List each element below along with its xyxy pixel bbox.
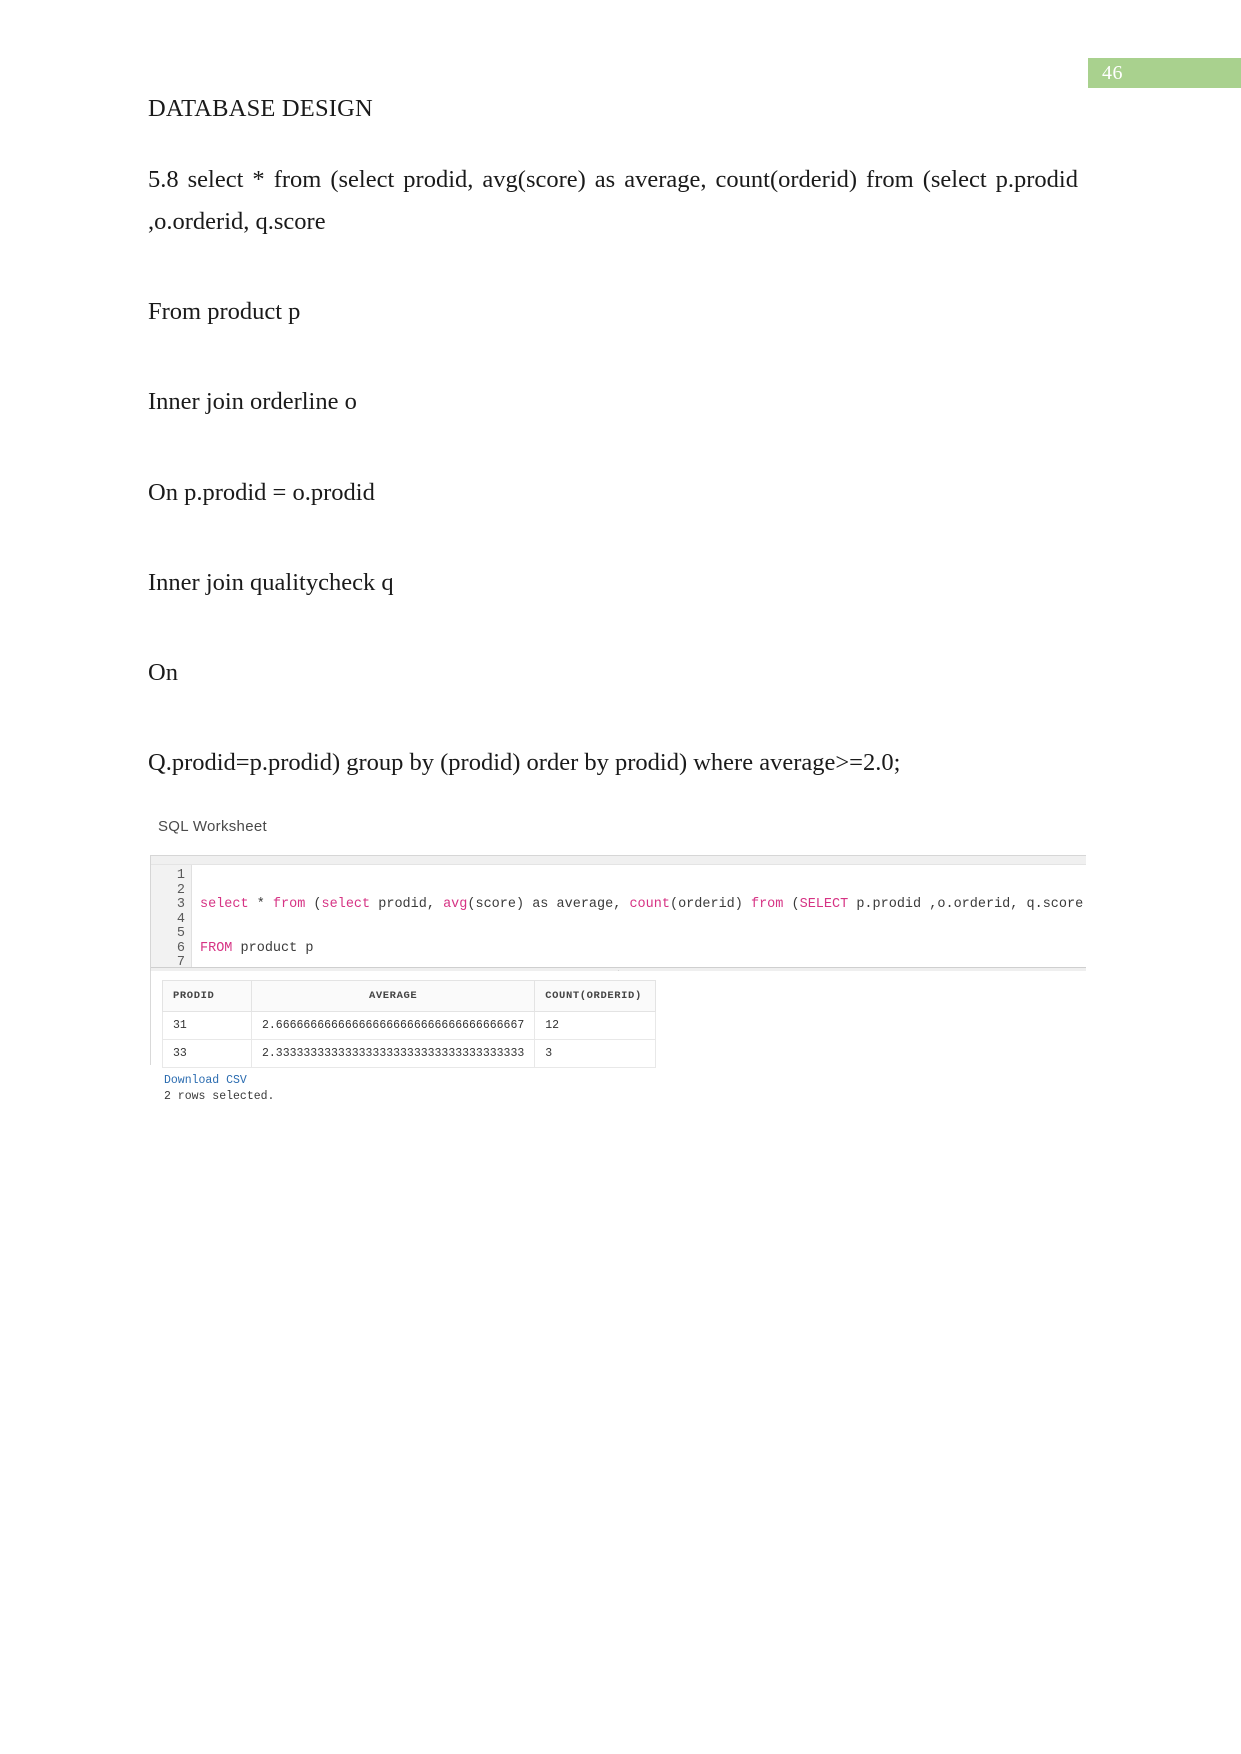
query-paragraph-3: Inner join orderline o (148, 388, 357, 416)
table-row: 33 2.33333333333333333333333333333333333… (162, 1039, 657, 1068)
query-paragraph-4: On p.prodid = o.prodid (148, 478, 375, 506)
page-number-badge: 46 (1088, 58, 1241, 88)
line-number: 6 (176, 940, 185, 956)
code-line-text: FROM product p (200, 940, 314, 956)
line-number: 1 (176, 868, 185, 883)
query-paragraph-1: 5.8 select * from (select prodid, avg(sc… (148, 166, 1078, 236)
sql-worksheet-title: SQL Worksheet (158, 818, 267, 835)
line-number: 4 (176, 911, 185, 927)
download-csv-link[interactable]: Download CSV (162, 1068, 1087, 1087)
query-paragraph-6: On (148, 658, 178, 686)
sql-worksheet-screenshot: SQL Worksheet 1 2 3 4 5 6 7 select * fro… (150, 800, 1086, 1103)
cell-prodid: 33 (162, 1039, 252, 1068)
line-number: 3 (176, 897, 185, 912)
editor-toolbar (151, 856, 1086, 865)
line-number: 2 (176, 882, 185, 898)
results-table: PRODID AVERAGE COUNT(ORDERID) 31 2.66666… (162, 980, 657, 1068)
query-paragraph-7: Q.prodid=p.prodid) group by (prodid) ord… (148, 748, 901, 776)
code-line[interactable]: select * from (select prodid, avg(score)… (200, 897, 1086, 913)
cell-prodid: 31 (162, 1011, 252, 1040)
query-paragraph-5: Inner join qualitycheck q (148, 568, 394, 596)
code-line[interactable]: FROM product p (200, 940, 1086, 957)
editor-scroll-handle[interactable]: ▲ (151, 967, 1086, 971)
cell-average: 2.333333333333333333333333333333333333 (250, 1039, 536, 1068)
column-header-count[interactable]: COUNT(ORDERID) (534, 980, 657, 1012)
table-row: 31 2.66666666666666666666666666666666666… (162, 1011, 657, 1040)
query-paragraph-2: From product p (148, 298, 301, 326)
column-header-prodid[interactable]: PRODID (162, 980, 252, 1012)
cell-count: 3 (534, 1039, 657, 1068)
rows-selected-status: 2 rows selected. (164, 1090, 275, 1103)
code-lines[interactable]: select * from (select prodid, avg(score)… (192, 865, 1086, 971)
page-title: DATABASE DESIGN (148, 95, 373, 122)
line-number-gutter: 1 2 3 4 5 6 7 (151, 865, 192, 971)
cell-average: 2.666666666666666666666666666666666667 (250, 1011, 536, 1040)
query-results: PRODID AVERAGE COUNT(ORDERID) 31 2.66666… (162, 980, 1087, 1103)
code-line-text: select * from (select prodid, avg(score)… (200, 897, 1084, 912)
table-header-row: PRODID AVERAGE COUNT(ORDERID) (162, 980, 657, 1012)
document-body: DATABASE DESIGN 5.8 select * from (selec… (148, 95, 1078, 832)
column-header-average[interactable]: AVERAGE (250, 980, 536, 1012)
code-area[interactable]: 1 2 3 4 5 6 7 select * from (select prod… (151, 865, 1086, 971)
cell-count: 12 (534, 1011, 657, 1040)
sql-editor[interactable]: 1 2 3 4 5 6 7 select * from (select prod… (150, 855, 1086, 971)
line-number: 5 (176, 926, 185, 941)
